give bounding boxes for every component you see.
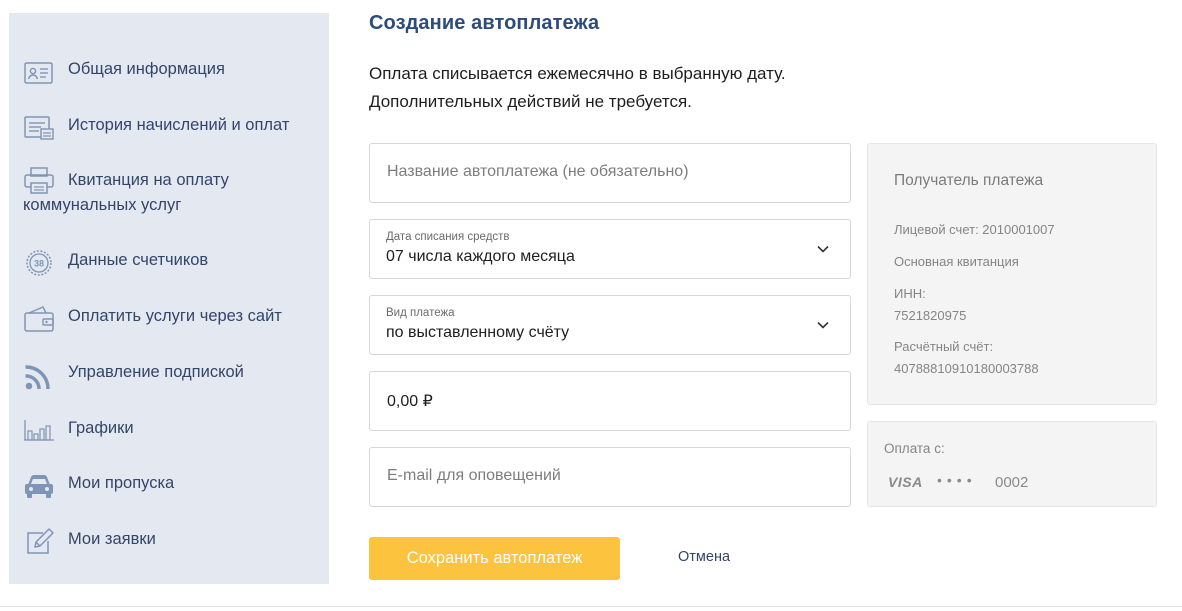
bar-chart-icon (23, 416, 55, 446)
debit-date-select[interactable]: Дата списания средств 07 числа каждого м… (369, 219, 851, 279)
car-icon (23, 472, 55, 502)
description-line: Дополнительных действий не требуется. (369, 92, 692, 111)
autopay-name-placeholder: Название автоплатежа (не обязательно) (387, 163, 689, 180)
recipient-settlement-value: 40788810910180003788 (894, 361, 1039, 376)
amount-field[interactable]: 0,00 ₽ (369, 371, 851, 431)
sidebar-item-charts[interactable]: Графики (23, 416, 323, 441)
sidebar-item-meters[interactable]: 38 Данные счетчиков (23, 248, 323, 276)
sidebar-item-label: Мои заявки (68, 530, 156, 548)
email-field[interactable]: E-mail для оповещений (369, 447, 851, 507)
divider (0, 606, 1182, 607)
sidebar-item-receipt[interactable]: Квитанция на оплату коммунальных услуг (23, 166, 323, 218)
card-mask: •••• (937, 472, 977, 488)
recipient-settlement-label: Расчётный счёт: (894, 339, 994, 354)
sidebar-item-label: Управление подпиской (68, 363, 244, 381)
email-placeholder: E-mail для оповещений (387, 467, 561, 484)
payment-source-label: Оплата с: (884, 441, 945, 456)
recipient-inn-value: 7521820975 (894, 308, 967, 323)
payment-type-value: по выставленному счёту (386, 324, 570, 341)
page-title: Создание автоплатежа (369, 12, 600, 34)
printer-icon (23, 166, 55, 196)
sidebar-item-label: Данные счетчиков (68, 251, 209, 269)
id-card-icon (23, 58, 55, 88)
recipient-card: Получатель платежа Лицевой счет: 2010001… (867, 143, 1157, 405)
meter-icon-text: 38 (34, 259, 44, 269)
sidebar-item-label: Мои пропуска (68, 474, 175, 492)
description: Оплата списывается ежемесячно в выбранну… (369, 60, 786, 116)
card-last4: 0002 (995, 474, 1029, 491)
sidebar-item-subscription[interactable]: Управление подпиской (23, 360, 323, 390)
edit-icon (23, 527, 55, 557)
rss-icon (23, 361, 55, 391)
payment-type-label: Вид платежа (386, 307, 455, 319)
chevron-down-icon (817, 245, 829, 253)
description-line: Оплата списывается ежемесячно в выбранну… (369, 64, 786, 83)
debit-date-label: Дата списания средств (386, 231, 510, 243)
sidebar-item-history[interactable]: История начислений и оплат (23, 113, 323, 140)
payment-source-card[interactable]: Оплата с: VISA •••• 0002 (867, 421, 1157, 507)
autopay-name-field[interactable]: Название автоплатежа (не обязательно) (369, 143, 851, 203)
meter-icon: 38 (23, 248, 55, 278)
debit-date-value: 07 числа каждого месяца (386, 248, 575, 265)
sidebar-item-label: Оплатить услуги через сайт (68, 307, 282, 325)
sidebar-item-label: Графики (68, 419, 134, 437)
recipient-receipt: Основная квитанция (894, 254, 1019, 269)
sidebar-item-label: Общая информация (68, 60, 225, 78)
sidebar-item-passes[interactable]: Мои пропуска (23, 471, 323, 498)
sidebar-item-general-info[interactable]: Общая информация (23, 57, 323, 84)
history-icon (23, 113, 55, 143)
save-autopay-button[interactable]: Сохранить автоплатеж (369, 537, 620, 580)
sidebar-item-label: История начислений и оплат (68, 116, 290, 134)
recipient-inn-label: ИНН: (894, 286, 926, 301)
sidebar-item-label: Квитанция на оплату коммунальных услуг (23, 171, 229, 214)
visa-logo: VISA (888, 474, 923, 490)
amount-value: 0,00 ₽ (387, 393, 433, 410)
chevron-down-icon (817, 321, 829, 329)
recipient-account: Лицевой счет: 2010001007 (894, 222, 1055, 237)
sidebar-item-requests[interactable]: Мои заявки (23, 527, 323, 554)
wallet-icon (23, 304, 55, 334)
cancel-link[interactable]: Отмена (678, 549, 730, 565)
sidebar: Общая информация История начислений и оп… (9, 13, 329, 584)
payment-type-select[interactable]: Вид платежа по выставленному счёту (369, 295, 851, 355)
recipient-title: Получатель платежа (894, 172, 1044, 189)
sidebar-item-pay-online[interactable]: Оплатить услуги через сайт (23, 304, 323, 332)
